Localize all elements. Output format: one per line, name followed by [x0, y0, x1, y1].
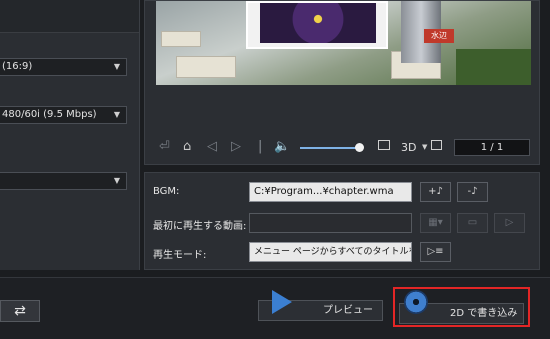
chevron-down-icon[interactable]: ▼: [422, 143, 427, 151]
playback-mode-button[interactable]: ▷≡: [420, 242, 451, 262]
swap-button[interactable]: ⇄: [0, 300, 40, 322]
page-counter: 1 / 1: [454, 139, 530, 156]
waterside-sign: 水辺: [424, 29, 454, 43]
subtitle-icon[interactable]: [378, 140, 390, 150]
photo-frame: [246, 1, 388, 49]
volume-slider-knob[interactable]: [355, 143, 364, 152]
play-video-button[interactable]: ▷: [494, 213, 525, 233]
bgm-label: BGM:: [153, 186, 180, 197]
home-icon[interactable]: ⌂: [183, 139, 191, 154]
divider-icon: |: [258, 139, 263, 154]
menu-preview-image: 水辺: [156, 1, 531, 85]
disc-icon: [404, 290, 428, 314]
video-select-button[interactable]: ▦▾: [420, 213, 451, 233]
previous-icon[interactable]: ◁: [207, 139, 217, 154]
chevron-down-icon: ▼: [113, 176, 120, 185]
first-video-label: 最初に再生する動画:: [153, 221, 247, 232]
first-video-field[interactable]: [249, 213, 412, 233]
3d-toggle[interactable]: 3D: [401, 141, 416, 154]
board-tile: [161, 31, 201, 47]
playback-mode-label: 再生モード:: [153, 250, 207, 261]
pansy-photo: [260, 3, 376, 43]
video-screen-button[interactable]: ▭: [457, 213, 488, 233]
left-settings-panel: (16:9) ▼ 480/60i (9.5 Mbps) ▼ ▼: [0, 0, 140, 270]
preview-button-label: プレビュー: [323, 305, 373, 316]
aspect-ratio-dropdown[interactable]: (16:9) ▼: [0, 58, 127, 76]
chevron-down-icon: ▼: [113, 110, 120, 119]
menu-preview-panel: 水辺 ⏎ ⌂ ◁ ▷ | 🔈 3D ▼ 1 / 1: [144, 0, 540, 165]
volume-icon[interactable]: 🔈: [274, 139, 290, 154]
playback-mode-field[interactable]: メニュー ページからすべてのタイトルを順番に: [249, 242, 412, 262]
play-icon: [272, 290, 292, 314]
bgm-field[interactable]: C:¥Program...¥chapter.wma: [249, 182, 412, 202]
left-panel-header: [0, 0, 139, 33]
video-quality-dropdown[interactable]: 480/60i (9.5 Mbps) ▼: [0, 106, 127, 124]
grass-area: [456, 49, 531, 85]
burn-button-label: 2D で書き込み: [450, 308, 518, 319]
aspect-ratio-value: (16:9): [2, 61, 33, 72]
return-icon[interactable]: ⏎: [159, 139, 170, 154]
board-tile: [176, 56, 236, 78]
next-icon[interactable]: ▷: [231, 139, 241, 154]
add-music-button[interactable]: +♪: [420, 182, 451, 202]
chevron-down-icon: ▼: [113, 62, 120, 71]
audio-format-dropdown[interactable]: ▼: [0, 172, 127, 190]
remove-music-button[interactable]: -♪: [457, 182, 488, 202]
player-controls: ⏎ ⌂ ◁ ▷ | 🔈 3D ▼ 1 / 1: [145, 134, 539, 162]
volume-slider[interactable]: [300, 147, 358, 149]
disc-settings-panel: BGM: C:¥Program...¥chapter.wma +♪ -♪ 最初に…: [144, 172, 540, 270]
bottom-action-bar: ⇄ プレビュー 2D で書き込み: [0, 277, 550, 339]
video-quality-value: 480/60i (9.5 Mbps): [2, 109, 97, 120]
grid-icon[interactable]: [431, 140, 442, 150]
burn-highlight: 2D で書き込み: [393, 287, 530, 327]
